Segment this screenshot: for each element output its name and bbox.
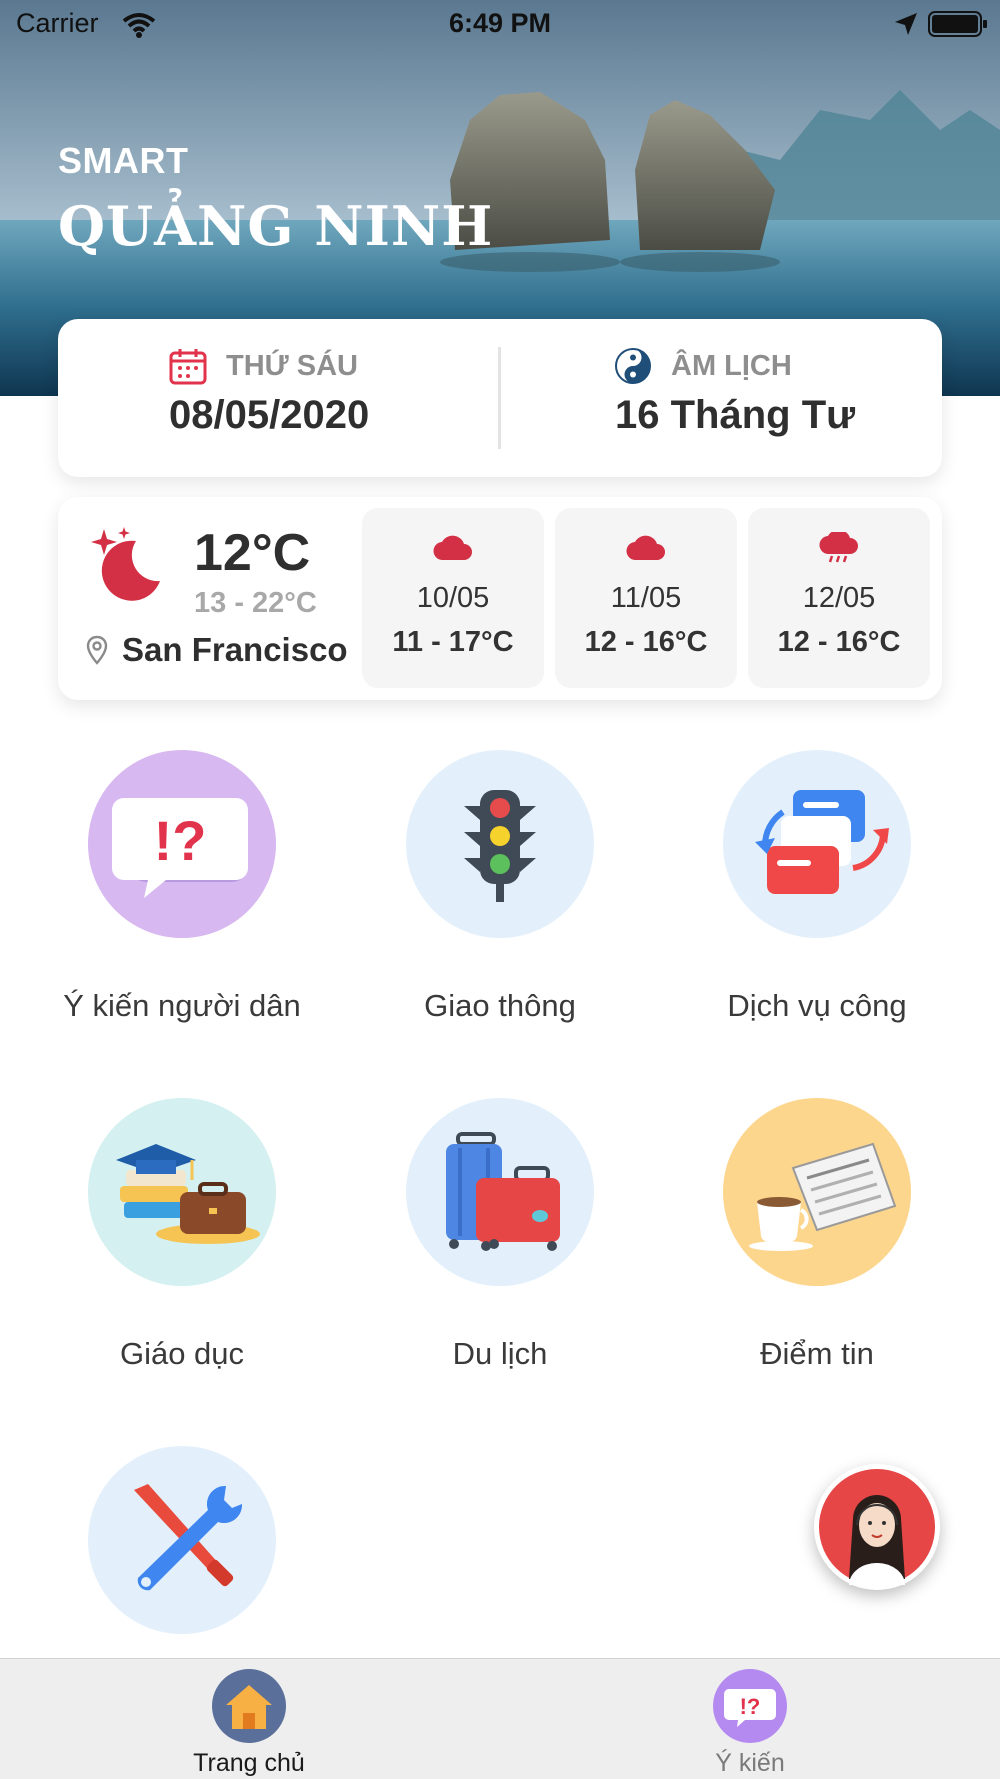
forecast-day: 10/05 11 - 17°C: [362, 508, 544, 688]
tab-label: Trang chủ: [193, 1749, 305, 1777]
forecast-date: 11/05: [610, 582, 682, 614]
menu-item-traffic[interactable]: Giao thông: [340, 750, 660, 1030]
forecast-date: 12/05: [802, 582, 876, 614]
current-temperature: 12°C: [194, 524, 311, 582]
menu-item-public-services[interactable]: Dịch vụ công: [657, 750, 977, 1030]
svg-text:!?: !?: [740, 1694, 761, 1719]
city-name: San Francisco: [122, 631, 348, 668]
traffic-light-icon: [406, 750, 594, 938]
forecast-day: 11/05 12 - 16°C: [555, 508, 737, 688]
virtual-assistant-button[interactable]: [814, 1464, 940, 1590]
forecast-range: 11 - 17°C: [392, 626, 514, 658]
menu-item-label: Du lịch: [452, 1336, 548, 1371]
menu-item-utilities[interactable]: [22, 1446, 342, 1658]
menu-item-citizen-feedback[interactable]: !? Ý kiến người dân: [22, 750, 342, 1030]
clock: 6:49 PM: [448, 8, 552, 38]
yin-yang-icon: [615, 348, 651, 384]
tab-feedback[interactable]: !? Ý kiến: [650, 1659, 850, 1779]
luggage-icon: [406, 1098, 594, 1286]
date-card: THỨ SÁU 08/05/2020 ÂM LỊCH 16 Tháng Tư: [58, 319, 942, 477]
battery-icon: [928, 11, 987, 37]
menu-item-label: Ý kiến người dân: [63, 988, 301, 1023]
forecast-day: 12/05 12 - 16°C: [748, 508, 930, 688]
forecast-date: 10/05: [416, 582, 490, 614]
solar-date: 08/05/2020: [169, 393, 370, 437]
moon-stars-icon: [91, 527, 160, 601]
menu-item-label: Giao thông: [424, 988, 576, 1023]
menu-item-label: Giáo dục: [119, 1336, 245, 1371]
menu-item-label: Điểm tin: [760, 1336, 874, 1371]
lunar-label: ÂM LỊCH: [671, 350, 792, 382]
assistant-avatar-icon: [819, 1469, 935, 1585]
brand-title: QUẢNG NINH: [58, 194, 494, 258]
tab-label: Ý kiến: [715, 1749, 785, 1777]
speech-bubble-question-icon: !?: [713, 1669, 787, 1743]
forecast-range: 12 - 16°C: [777, 626, 901, 658]
menu-item-education[interactable]: Giáo dục: [22, 1098, 342, 1378]
graduation-cap-books-icon: [88, 1098, 276, 1286]
tab-bar: Trang chủ !? Ý kiến: [0, 1658, 1000, 1779]
cards-exchange-icon: [723, 750, 911, 938]
location-arrow-icon: [895, 13, 917, 35]
card-divider: [498, 347, 501, 449]
calendar-icon: [169, 349, 207, 385]
cloud-rain-icon: [819, 532, 858, 563]
tab-home[interactable]: Trang chủ: [149, 1659, 349, 1779]
speech-bubble-question-icon: !?: [88, 750, 276, 938]
wrench-screwdriver-icon: [88, 1446, 276, 1634]
home-icon: [212, 1669, 286, 1743]
brand-subtitle: SMART: [58, 140, 189, 181]
menu-item-label: Dịch vụ công: [727, 988, 907, 1023]
location-pin-icon: [86, 635, 108, 665]
cloud-icon: [433, 535, 472, 561]
newspaper-coffee-icon: [723, 1098, 911, 1286]
svg-text:!?: !?: [154, 809, 207, 872]
lunar-date: 16 Tháng Tư: [615, 393, 856, 437]
cloud-icon: [626, 535, 665, 561]
weekday-label: THỨ SÁU: [226, 350, 359, 382]
temperature-range: 13 - 22°C: [194, 587, 317, 619]
forecast-range: 12 - 16°C: [584, 626, 708, 658]
status-bar: Carrier 6:49 PM: [0, 0, 1000, 50]
menu-item-tourism[interactable]: Du lịch: [340, 1098, 660, 1378]
menu-item-news[interactable]: Điểm tin: [657, 1098, 977, 1378]
